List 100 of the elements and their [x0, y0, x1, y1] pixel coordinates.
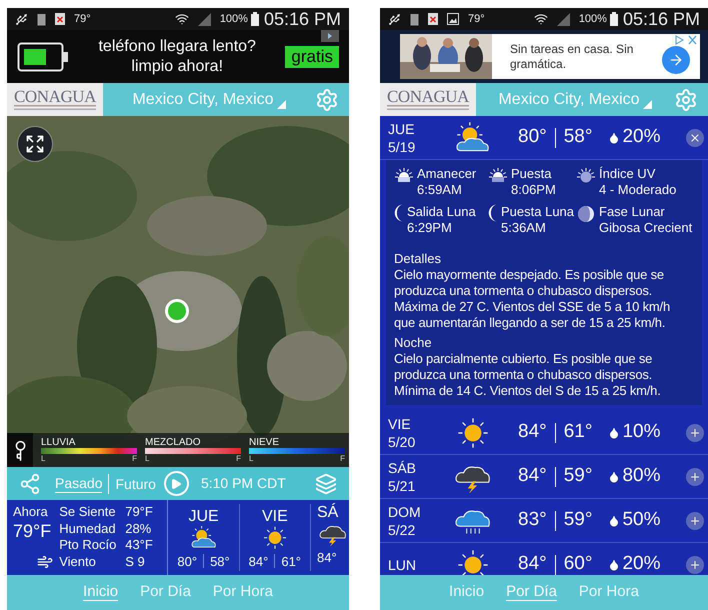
day-date: 5/22 [388, 520, 416, 538]
moon-icon [394, 204, 404, 222]
section-title: Detalles [394, 250, 442, 267]
current-temperature: 79°F [13, 520, 52, 542]
expand-button[interactable] [686, 556, 704, 574]
ad-choices-icon[interactable] [321, 30, 339, 42]
low-temperature: 59° [564, 464, 592, 488]
ad-text: teléfono llegara lento? limpio ahora! [97, 36, 257, 76]
wind-icon [37, 554, 54, 570]
clock: 05:16 PM [622, 10, 700, 28]
legend-label: MEZCLADO [145, 436, 202, 448]
detail-value: 43°F [125, 537, 153, 554]
ad-banner[interactable]: Sin tareas en casa. Sin gramática. [380, 30, 708, 83]
signal-icon [198, 12, 211, 26]
day-row[interactable]: SÁB 5/21 84° 59° 80% [380, 455, 708, 499]
astro-label: Amanecer [417, 166, 476, 182]
card-error-icon [428, 13, 438, 25]
ad-button[interactable]: gratis [285, 46, 339, 68]
image-icon [447, 13, 459, 25]
day-date: 5/19 [388, 138, 416, 156]
expand-button[interactable] [686, 424, 704, 442]
day-name: JUE [388, 120, 416, 138]
location-selector[interactable]: Mexico City, Mexico [103, 88, 315, 112]
legend-low-label: L [41, 454, 46, 464]
detail-label: Humedad [59, 520, 117, 537]
astro-value: 5:36AM [501, 220, 547, 236]
logo-text: CONAGUA [386, 88, 470, 105]
ad-banner[interactable]: teléfono llegara lento? limpio ahora! gratis [7, 30, 349, 83]
low-temperature: 61° [564, 420, 592, 444]
forecast-low: 58° [210, 552, 230, 570]
nav-tab[interactable]: Por Hora [578, 581, 639, 604]
radar-map[interactable]: LLUVIA L F MEZCLADO L F NIEVE L F [7, 116, 349, 467]
astro-label: Fase Lunar [599, 204, 666, 220]
droplet-icon [608, 426, 620, 438]
detail-value: S 9 [125, 554, 145, 570]
detail-label: Pto Rocío [59, 537, 118, 554]
plus-icon [689, 426, 701, 438]
high-temperature: 84° [518, 552, 547, 575]
section-text: Cielo parcialmente cubierto. Es posible que se produzca una tormenta o chubasco dispersos. Mínima de 14 C. Vientos del S de 15 a 25 km/h. [394, 351, 662, 399]
time-tab[interactable]: Pasado [55, 474, 102, 493]
settings-icon[interactable] [315, 88, 339, 112]
day-row[interactable]: LUN 84° 60° 20% [380, 543, 708, 575]
day-row[interactable]: VIE 5/20 84° 61° 10% [380, 411, 708, 455]
play-button[interactable] [164, 471, 189, 496]
clock: 05:16 PM [264, 10, 341, 28]
high-temperature: 83° [518, 508, 547, 532]
nav-tab[interactable]: Por Hora [212, 581, 273, 604]
droplet-icon [608, 558, 620, 570]
detail-label: Se Siente [59, 504, 117, 520]
nav-tab[interactable]: Inicio [449, 581, 484, 604]
day-date: 5/20 [388, 432, 416, 450]
legend-label: NIEVE [249, 436, 280, 448]
expand-button[interactable] [686, 468, 704, 486]
legend-key[interactable] [7, 433, 33, 467]
astro-label: Índice UV [599, 166, 656, 182]
legend-low-label: L [145, 454, 150, 464]
collapse-button[interactable] [686, 128, 704, 146]
battery-icon [610, 12, 618, 26]
nav-tab[interactable]: Inicio [83, 581, 118, 604]
layers-icon[interactable] [315, 472, 337, 494]
precipitation-chance: 80% [622, 464, 660, 488]
location-selector[interactable]: Mexico City, Mexico [476, 88, 674, 112]
close-icon [689, 132, 701, 144]
high-temperature: 84° [518, 464, 547, 488]
settings-icon[interactable] [674, 88, 698, 112]
precipitation-chance: 10% [622, 420, 660, 444]
expand-button[interactable] [686, 512, 704, 530]
temperature-text: 79° [74, 12, 91, 27]
high-temperature: 80° [518, 125, 547, 150]
section-title: Noche [394, 334, 433, 351]
now-label: Ahora [13, 504, 49, 520]
battery-notification-icon [410, 12, 419, 26]
day-name: LUN [388, 556, 418, 574]
ad-choices-icon[interactable] [674, 35, 698, 45]
temperature-text: 79° [468, 12, 485, 27]
battery-percent: 100% [220, 12, 248, 27]
astro-value: 6:29PM [407, 220, 453, 236]
astro-label: Salida Luna [407, 204, 476, 220]
battery-percent: 100% [578, 12, 607, 27]
day-row[interactable]: JUE 5/19 80° 58° 20% [380, 116, 708, 160]
time-tab[interactable]: Futuro [115, 474, 156, 492]
forecast-high: 80° [177, 552, 198, 570]
ad-text: Sin tareas en casa. Sin gramática. [510, 42, 634, 72]
wifi-icon [174, 12, 189, 26]
usb-icon [15, 12, 28, 26]
droplet-icon [608, 514, 620, 526]
astro-value: 8:06PM [511, 182, 556, 198]
astro-value: 4 - Moderado [599, 182, 676, 198]
legend-label: LLUVIA [41, 436, 76, 448]
high-temperature: 84° [518, 420, 547, 444]
forecast-day: JUE [188, 508, 219, 526]
nav-tab[interactable]: Por Día [506, 581, 557, 604]
nav-tab[interactable]: Por Día [140, 581, 191, 604]
ad-arrow-button[interactable] [662, 46, 690, 74]
share-icon[interactable] [19, 472, 41, 494]
radar-time: 5:10 PM CDT [200, 474, 286, 493]
card-error-icon [55, 13, 65, 25]
day-row[interactable]: DOM 5/22 83° 59° 50% [380, 499, 708, 543]
usb-icon [388, 12, 401, 26]
legend-low-label: L [249, 454, 254, 464]
